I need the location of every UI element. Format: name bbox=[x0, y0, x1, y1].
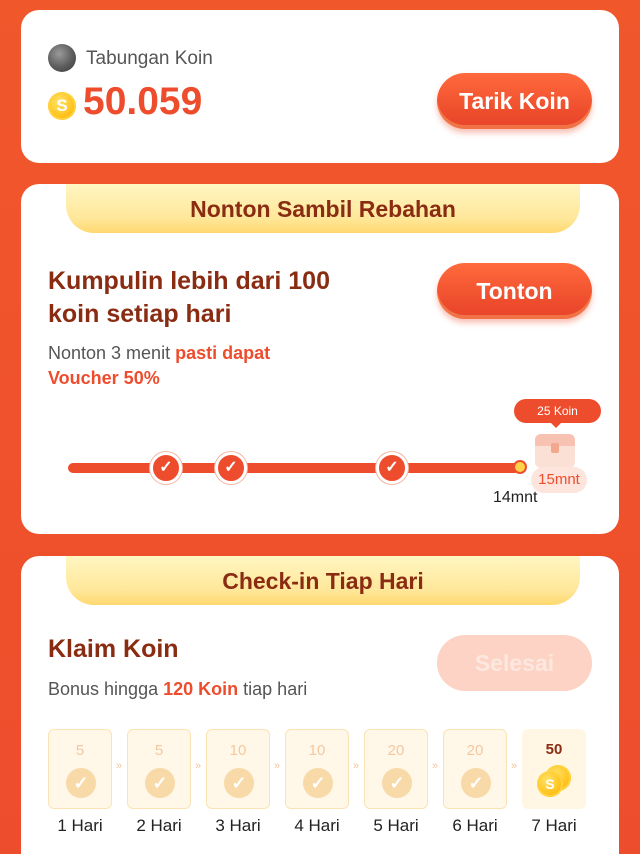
watch-task-card: Nonton Sambil Rebahan Kumpulin lebih dar… bbox=[21, 184, 619, 534]
daily-checkin-card: Check-in Tiap Hari Klaim Koin Bonus hing… bbox=[21, 556, 619, 854]
reward-tooltip: 25 Koin bbox=[514, 399, 601, 423]
checkpoint-check-icon: ✓ bbox=[150, 452, 182, 484]
watch-heading-line1: Kumpulin lebih dari 100 bbox=[48, 267, 330, 295]
checkin-subtitle-suffix: tiap hari bbox=[243, 679, 308, 699]
claimed-check-icon: ✓ bbox=[461, 768, 491, 798]
day-coin-amount: 5 bbox=[75, 742, 85, 759]
day-coin-amount: 20 bbox=[466, 742, 484, 759]
checkin-heading: Klaim Koin bbox=[48, 635, 179, 663]
watch-voucher-text: Voucher 50% bbox=[48, 368, 160, 388]
next-arrow-icon: » bbox=[353, 760, 360, 772]
day-coin-amount: 10 bbox=[229, 742, 247, 759]
next-arrow-icon: » bbox=[511, 760, 518, 772]
day-label: 2 Hari bbox=[136, 816, 182, 835]
day-coin-amount: 5 bbox=[154, 742, 164, 759]
checkin-subtitle: Bonus hingga 120 Koin tiap hari bbox=[48, 677, 307, 702]
next-arrow-icon: » bbox=[116, 760, 123, 772]
checkin-banner: Check-in Tiap Hari bbox=[66, 556, 580, 605]
checkin-day-tile-today[interactable]: 50 S bbox=[522, 729, 586, 809]
claimed-check-icon: ✓ bbox=[66, 768, 96, 798]
day-label: 3 Hari bbox=[215, 816, 261, 835]
watch-progress-track bbox=[68, 463, 520, 473]
day-label: 1 Hari bbox=[57, 816, 103, 835]
checkin-day-tile: 10 ✓ bbox=[206, 729, 270, 809]
next-arrow-icon: » bbox=[274, 760, 281, 772]
claimed-check-icon: ✓ bbox=[303, 768, 333, 798]
checkin-day-tile: 5 ✓ bbox=[127, 729, 191, 809]
claimed-check-icon: ✓ bbox=[382, 768, 412, 798]
checkin-day-tile: 5 ✓ bbox=[48, 729, 112, 809]
savings-label: Tabungan Koin bbox=[86, 48, 213, 69]
day-label: 6 Hari bbox=[452, 816, 498, 835]
checkin-bonus-amount: 120 Koin bbox=[163, 679, 239, 699]
coin-savings-card: Tabungan Koin S 50.059 Tarik Koin bbox=[21, 10, 619, 163]
coin-balance: 50.059 bbox=[83, 80, 203, 123]
watch-heading-line2: koin setiap hari bbox=[48, 300, 232, 328]
treasure-chest-icon[interactable] bbox=[535, 434, 575, 468]
watch-subtitle: Nonton 3 menit pasti dapat bbox=[48, 341, 270, 366]
checkpoint-check-icon: ✓ bbox=[215, 452, 247, 484]
tooltip-tail bbox=[550, 422, 562, 428]
checkin-day-tile: 10 ✓ bbox=[285, 729, 349, 809]
watch-subtitle-accent: pasti dapat bbox=[175, 343, 271, 363]
day-label: 4 Hari bbox=[294, 816, 340, 835]
target-time-badge: 15mnt bbox=[531, 467, 587, 493]
next-arrow-icon: » bbox=[195, 760, 202, 772]
coin-stack-icon: S bbox=[537, 765, 571, 799]
checkpoint-check-icon: ✓ bbox=[376, 452, 408, 484]
progress-marker bbox=[513, 460, 527, 474]
next-arrow-icon: » bbox=[432, 760, 439, 772]
checkin-day-tile: 20 ✓ bbox=[443, 729, 507, 809]
checkin-day-tile: 20 ✓ bbox=[364, 729, 428, 809]
day-label: 7 Hari bbox=[531, 816, 577, 835]
claimed-check-icon: ✓ bbox=[145, 768, 175, 798]
watch-subtitle-prefix: Nonton 3 menit bbox=[48, 343, 171, 363]
watch-button[interactable]: Tonton bbox=[437, 263, 592, 319]
current-watch-time: 14mnt bbox=[493, 489, 538, 506]
checkin-done-button[interactable]: Selesai bbox=[437, 635, 592, 691]
avatar bbox=[48, 44, 76, 72]
withdraw-coins-button[interactable]: Tarik Koin bbox=[437, 73, 592, 129]
coin-icon: S bbox=[48, 92, 76, 120]
watch-banner: Nonton Sambil Rebahan bbox=[66, 184, 580, 233]
coin-icon: S bbox=[537, 771, 563, 797]
checkin-subtitle-prefix: Bonus hingga bbox=[48, 679, 159, 699]
day-coin-amount: 50 bbox=[545, 741, 563, 758]
claimed-check-icon: ✓ bbox=[224, 768, 254, 798]
day-label: 5 Hari bbox=[373, 816, 419, 835]
day-coin-amount: 20 bbox=[387, 742, 405, 759]
day-coin-amount: 10 bbox=[308, 742, 326, 759]
